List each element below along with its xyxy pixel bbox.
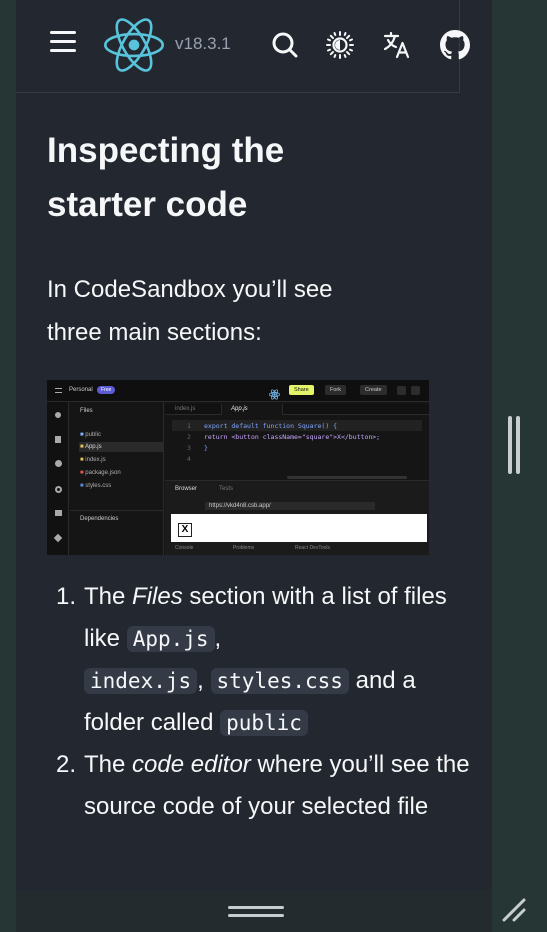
heading-line-2: starter code [47,185,248,224]
inline-code: index.js [84,668,198,694]
text: The [84,583,133,610]
list-number: 2. [56,751,77,778]
search-icon[interactable] [270,30,300,60]
csb-devtools-tab: React DevTools [295,545,331,551]
csb-fork-button: Fork [325,385,346,395]
csb-tree-item-app: ■ App.js [80,444,102,450]
csb-square-button: X [178,523,192,537]
sections-list: 1. The Files section with a list of file… [56,576,476,828]
csb-tests-tab: Tests [219,486,234,492]
list-item: 2. The code editor where you’ll see the … [56,744,476,828]
csb-line-number: 3 [187,444,191,452]
intro-line-1: In CodeSandbox you’ll see [47,276,333,303]
csb-code-line: } [204,444,208,452]
csb-share-button: Share [289,385,314,395]
translate-icon[interactable] [382,30,412,60]
react-logo-icon[interactable] [104,16,164,74]
docs-page[interactable]: v18.3.1 Inspecting the starter code In C… [16,0,492,890]
inline-code: styles.css [210,668,349,694]
csb-menu-icon [55,388,62,393]
csb-editor-tabs [165,404,429,415]
csb-preview [171,514,427,542]
version-label[interactable]: v18.3.1 [175,34,231,54]
csb-code-line: export default function Square() { [204,422,338,430]
menu-icon[interactable] [50,31,76,57]
csb-create-button: Create [360,385,387,395]
inline-code: App.js [126,626,215,652]
csb-react-icon [268,385,281,400]
github-icon[interactable] [440,30,470,60]
resize-corner-icon[interactable] [500,896,528,924]
csb-tree-item-index: ■ index.js [80,457,106,463]
csb-browser-tab: Browser [175,486,198,492]
emphasis: code editor [132,751,251,778]
section-heading: Inspecting the starter code [47,124,467,232]
codesandbox-screenshot: Personal Free Share Fork Create Files ■ … [47,380,429,555]
theme-sun-icon[interactable] [325,30,355,60]
csb-more-icon [411,386,420,395]
csb-plan-badge: Free [97,386,116,394]
drag-handle-icon[interactable] [228,906,284,920]
vertical-resize-handle[interactable] [508,416,522,474]
csb-activity-bar [47,402,69,555]
csb-line-number: 2 [187,433,191,441]
csb-line-number: 1 [187,422,191,430]
csb-dependencies-label: Dependencies [80,516,119,522]
csb-tree-item-public: ■ public [80,432,101,438]
csb-files-label: Files [80,408,93,414]
csb-tree-item-package: ■ package.json [80,470,121,476]
top-navigation: v18.3.1 [16,0,470,93]
intro-line-2: three main sections: [47,319,262,346]
text: , [197,667,211,694]
heading-line-1: Inspecting the [47,131,285,170]
inline-code: public [220,710,308,736]
csb-bell-icon [397,386,406,395]
intro-paragraph: In CodeSandbox you’ll see three main sec… [47,268,467,354]
csb-line-number: 4 [187,455,191,463]
csb-tab-index: index.js [175,406,196,412]
list-number: 1. [56,583,77,610]
content-cutoff [16,880,492,890]
csb-problems-tab: Problems [233,545,255,551]
csb-workspace: Personal [69,387,93,393]
csb-console-tab: Console [175,545,194,551]
text: , [214,625,222,652]
list-item: 1. The Files section with a list of file… [56,576,476,744]
csb-code-line: return <button className="square">X</but… [204,433,381,441]
emphasis: Files [132,583,183,610]
csb-tree-item-styles: ■ styles.css [80,483,112,489]
csb-url-bar: https://vkd4n8.csb.app/ [205,502,375,510]
csb-file-explorer [70,402,164,555]
csb-tab-app: App.js [231,406,248,412]
text: The [84,751,133,778]
